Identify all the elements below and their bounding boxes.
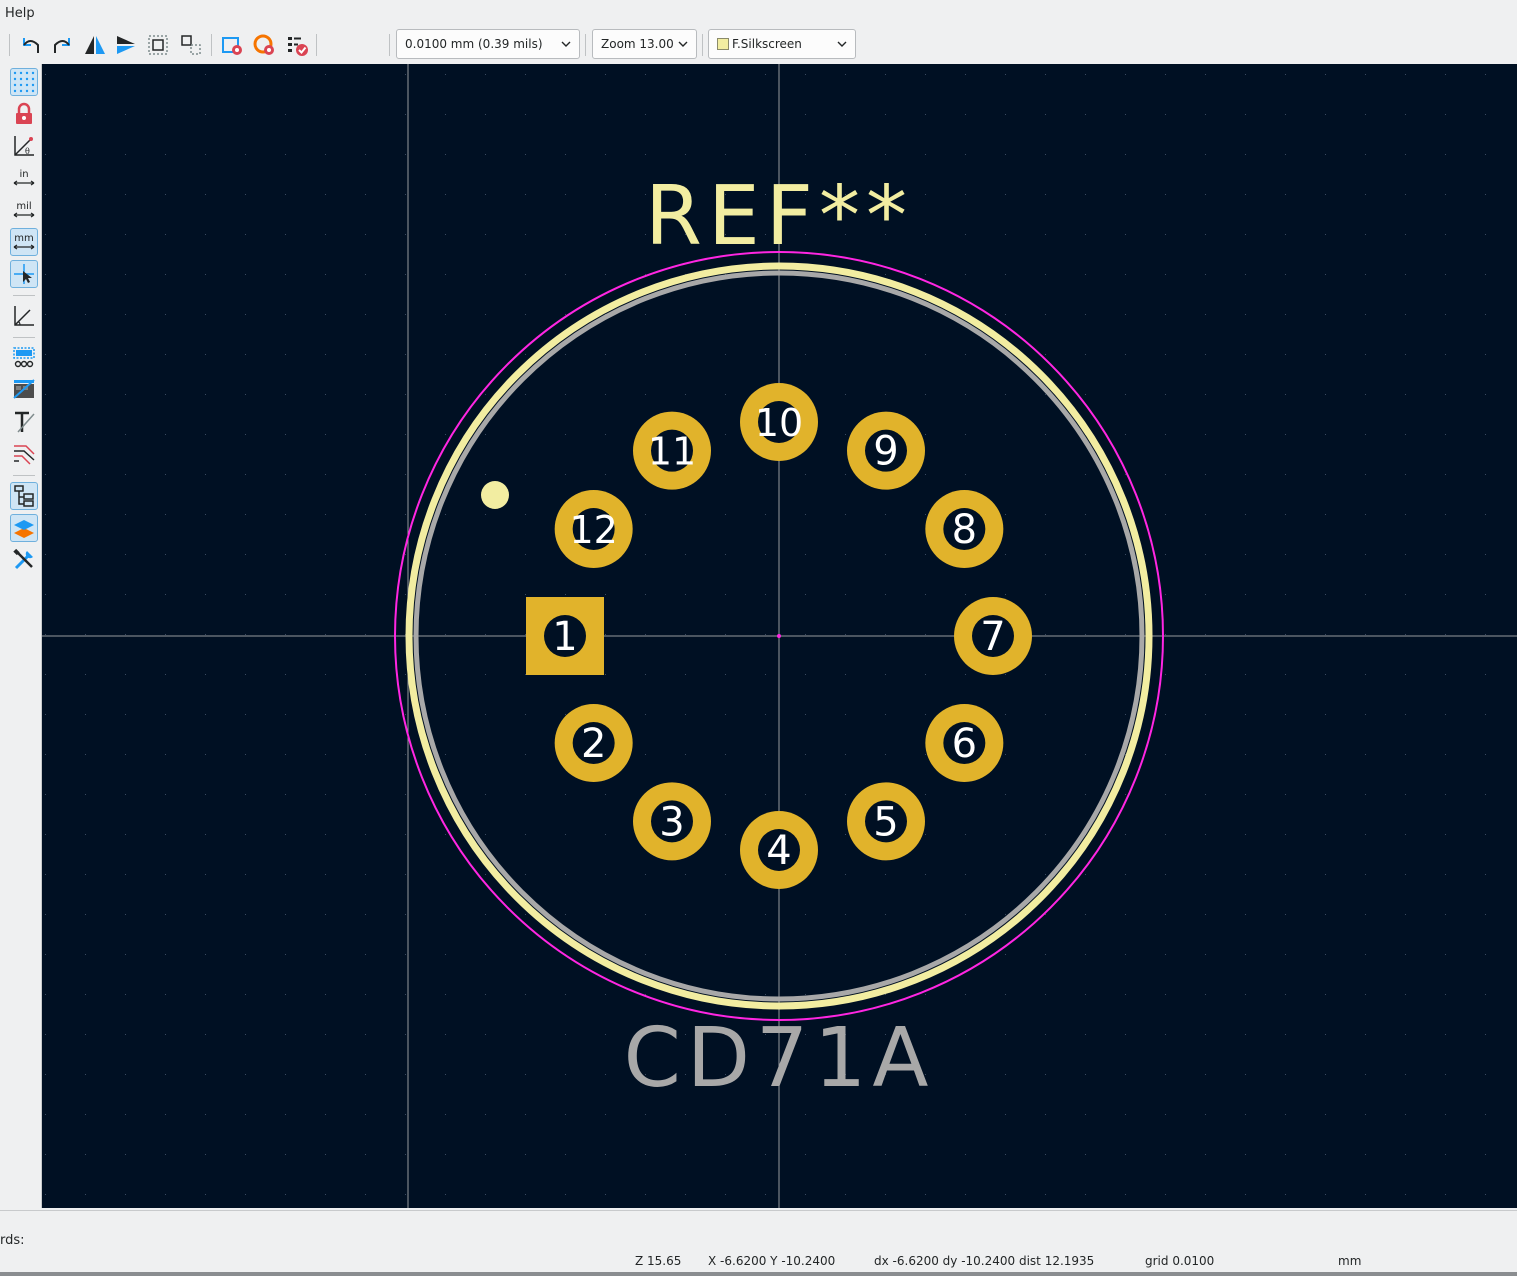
chevron-down-icon bbox=[678, 41, 688, 47]
status-coords: X -6.6200 Y -10.2400 bbox=[708, 1254, 836, 1268]
units-mm-icon[interactable]: mm bbox=[10, 228, 38, 256]
pad-properties-icon[interactable] bbox=[251, 32, 277, 58]
svg-text:θ: θ bbox=[25, 147, 30, 156]
message-panel-label: rds: bbox=[0, 1233, 25, 1248]
grid-icon[interactable] bbox=[10, 68, 38, 96]
pad-number: 11 bbox=[648, 430, 696, 474]
settings-icon[interactable] bbox=[10, 546, 38, 574]
pad-number: 6 bbox=[952, 721, 977, 767]
layer-select[interactable]: F.Silkscreen bbox=[708, 29, 856, 59]
units-inch-icon[interactable]: in bbox=[10, 164, 38, 192]
units-mil-icon[interactable]: mil bbox=[10, 196, 38, 224]
pad-number: 5 bbox=[873, 799, 898, 845]
status-bar: Z 15.65 X -6.6200 Y -10.2400 dx -6.6200 … bbox=[0, 1250, 1517, 1272]
pad-number: 9 bbox=[873, 429, 898, 475]
pad-2[interactable]: 2 bbox=[554, 704, 633, 782]
pad-9[interactable]: 9 bbox=[847, 411, 925, 490]
toolbar-separator bbox=[585, 34, 586, 56]
grid-lock-icon[interactable] bbox=[10, 100, 38, 128]
cursor-icon[interactable] bbox=[10, 260, 38, 288]
ungroup-icon[interactable] bbox=[178, 32, 204, 58]
pad-number: 10 bbox=[755, 401, 803, 445]
pad-number: 7 bbox=[980, 614, 1005, 660]
status-units: mm bbox=[1338, 1254, 1362, 1268]
pad-1[interactable]: 1 bbox=[526, 597, 604, 675]
pad-3[interactable]: 3 bbox=[633, 782, 711, 861]
units-mil-label: mil bbox=[16, 201, 31, 212]
text-display-icon[interactable] bbox=[10, 408, 38, 436]
pad-number: 3 bbox=[659, 799, 684, 845]
redo-icon[interactable] bbox=[50, 32, 76, 58]
polar-coords-icon[interactable]: θ bbox=[10, 132, 38, 160]
status-delta: dx -6.6200 dy -10.2400 dist 12.1935 bbox=[874, 1254, 1095, 1268]
zoom-select[interactable]: Zoom 13.00 bbox=[592, 29, 697, 59]
pad-number: 4 bbox=[766, 828, 791, 874]
pad-4[interactable]: 4 bbox=[740, 811, 818, 889]
units-inch-label: in bbox=[19, 169, 28, 180]
hierarchy-icon[interactable] bbox=[10, 482, 38, 510]
pin1-marker bbox=[481, 481, 509, 509]
footprint-view: REF** CD71A 123456789101112 bbox=[42, 64, 1517, 1208]
pad-8[interactable]: 8 bbox=[925, 490, 1004, 568]
mirror-v-icon[interactable] bbox=[113, 32, 139, 58]
pad-display-icon[interactable] bbox=[10, 344, 38, 372]
toolbar-separator bbox=[211, 34, 212, 56]
units-mm-label: mm bbox=[14, 233, 33, 244]
grid-select[interactable]: 0.0100 mm (0.39 mils) bbox=[396, 29, 580, 59]
left-toolbar: θ in mil mm bbox=[7, 64, 42, 1208]
grid-select-value: 0.0100 mm (0.39 mils) bbox=[405, 37, 543, 51]
pad-number: 2 bbox=[581, 721, 606, 767]
layers-icon[interactable] bbox=[10, 514, 38, 542]
pad-11[interactable]: 11 bbox=[633, 411, 711, 490]
outline-display-icon[interactable] bbox=[10, 440, 38, 468]
pad-number: 12 bbox=[569, 508, 617, 552]
message-panel: rds: bbox=[0, 1210, 1517, 1251]
menu-bar: Help bbox=[0, 0, 1517, 26]
footprint-value[interactable]: CD71A bbox=[624, 1011, 935, 1106]
pad-12[interactable]: 12 bbox=[554, 490, 633, 568]
reference-designator[interactable]: REF** bbox=[645, 169, 913, 264]
status-zoom: Z 15.65 bbox=[635, 1254, 682, 1268]
pad-number: 8 bbox=[952, 507, 977, 553]
measure-icon[interactable] bbox=[10, 302, 38, 330]
toolbar-separator bbox=[9, 34, 10, 56]
window-bottom-border bbox=[0, 1272, 1517, 1276]
mirror-h-icon[interactable] bbox=[82, 32, 108, 58]
zoom-select-value: Zoom 13.00 bbox=[601, 37, 674, 51]
layer-color-swatch bbox=[717, 38, 729, 50]
origin-marker bbox=[777, 634, 781, 638]
pad-7[interactable]: 7 bbox=[954, 597, 1032, 675]
left-toolbar-separator bbox=[13, 337, 35, 338]
pad-6[interactable]: 6 bbox=[925, 704, 1004, 782]
layer-select-value: F.Silkscreen bbox=[732, 37, 802, 51]
chevron-down-icon bbox=[561, 41, 571, 47]
graphics-display-icon[interactable] bbox=[10, 376, 38, 404]
undo-icon[interactable] bbox=[17, 32, 43, 58]
pcb-canvas[interactable]: REF** CD71A 1 2 3 4 5 6 7 8 9 10 11 12 bbox=[42, 64, 1517, 1208]
left-toolbar-separator bbox=[13, 475, 35, 476]
footprint-properties-icon[interactable] bbox=[219, 32, 245, 58]
pad-10[interactable]: 10 bbox=[740, 383, 818, 461]
toolbar-separator bbox=[702, 34, 703, 56]
toolbar-separator bbox=[316, 34, 317, 56]
status-grid: grid 0.0100 bbox=[1145, 1254, 1215, 1268]
pad-5[interactable]: 5 bbox=[847, 782, 925, 861]
chevron-down-icon bbox=[837, 41, 847, 47]
group-icon[interactable] bbox=[145, 32, 171, 58]
main-toolbar: 0.0100 mm (0.39 mils) Zoom 13.00 F.Silks… bbox=[0, 26, 1517, 64]
menu-help[interactable]: Help bbox=[5, 6, 35, 21]
footprint-checker-icon[interactable] bbox=[284, 32, 310, 58]
toolbar-separator bbox=[389, 34, 390, 56]
pad-number: 1 bbox=[552, 614, 577, 660]
left-toolbar-separator bbox=[13, 295, 35, 296]
